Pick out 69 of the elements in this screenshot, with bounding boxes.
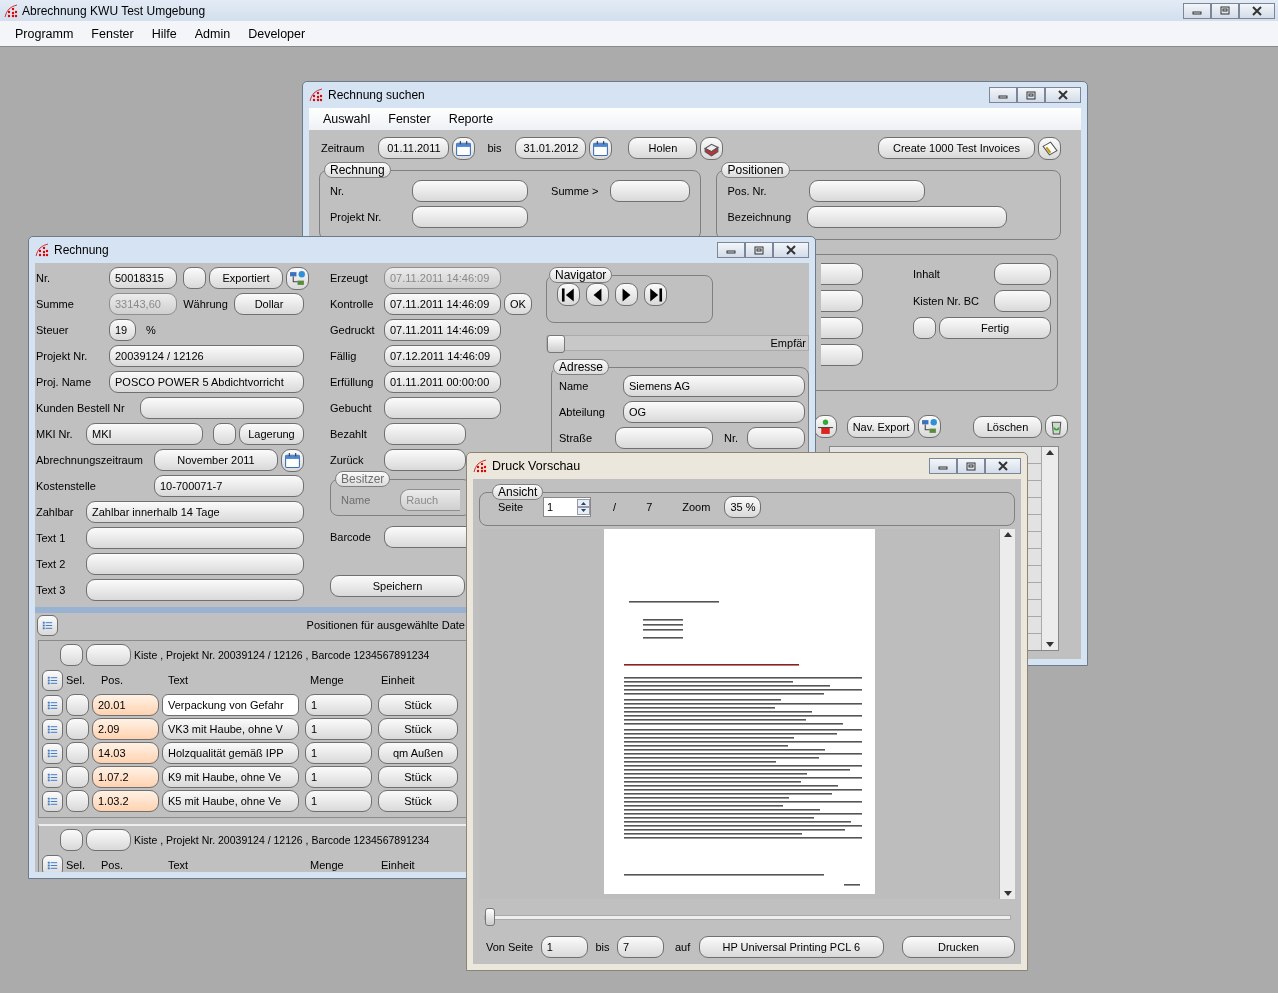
- column-header: Menge: [310, 859, 345, 871]
- field-label: 7: [646, 501, 653, 513]
- group-legend: Ansicht: [492, 484, 544, 500]
- column-header: Pos.: [101, 674, 124, 686]
- box-header: Kiste , Projekt Nr. 20039124 / 12126 , Barcode 1234567891234: [134, 649, 430, 661]
- field-label: Proj. Name: [36, 376, 93, 388]
- field-label: Projekt Nr.: [36, 350, 89, 362]
- field-label: Summe: [36, 298, 75, 310]
- field-label: Von Seite: [486, 941, 534, 953]
- box-header: Kiste , Projekt Nr. 20039124 / 12126 , Barcode 1234567891234: [134, 834, 430, 846]
- group-legend: Besitzer: [335, 471, 391, 487]
- window-title: Druck Vorschau: [492, 459, 581, 473]
- group-legend: Positionen: [721, 162, 790, 178]
- field-label: Summe >: [551, 185, 599, 197]
- window-title: Rechnung suchen: [328, 88, 425, 102]
- field-label: Text 1: [36, 532, 67, 544]
- field-label: Erfüllung: [330, 376, 375, 388]
- slider-label: Empfär: [768, 335, 809, 351]
- field-label: Seite: [498, 501, 524, 513]
- field-label: auf: [675, 941, 691, 953]
- column-header: Menge: [310, 674, 345, 686]
- field-label: Kunden Bestell Nr: [36, 402, 126, 414]
- window-title: Rechnung: [54, 243, 109, 257]
- field-label: Nr.: [36, 272, 52, 284]
- field-label: bis: [595, 941, 610, 953]
- column-header: Pos.: [101, 859, 124, 871]
- field-label: bis: [487, 142, 502, 154]
- field-label: Währung: [183, 298, 228, 310]
- field-label: Zahlbar: [36, 506, 75, 518]
- field-label: Kostenstelle: [36, 480, 97, 492]
- field-label: Bezeichnung: [727, 211, 792, 223]
- field-label: Name: [559, 380, 589, 392]
- column-header: Sel.: [65, 674, 86, 686]
- field-label: Pos. Nr.: [727, 185, 767, 197]
- field-label: Text 3: [36, 584, 67, 596]
- field-label: Abteilung: [559, 406, 605, 418]
- field-label: Straße: [559, 432, 592, 444]
- field-label: Steuer: [36, 324, 70, 336]
- group-legend: Navigator: [549, 267, 613, 283]
- field-label: Zurück: [330, 454, 365, 466]
- field-label: %: [146, 324, 156, 336]
- field-label: Zoom: [682, 501, 711, 513]
- section-title: Positionen für ausgewählte Date: [306, 619, 465, 631]
- field-label: Abrechnungszeitraum: [36, 454, 144, 466]
- field-label: Zeitraum: [321, 142, 365, 154]
- column-header: Einheit: [381, 859, 416, 871]
- field-label: Kisten Nr. BC: [913, 295, 980, 307]
- group-legend: Rechnung: [324, 162, 391, 178]
- field-label: Text 2: [36, 558, 67, 570]
- field-label: Gedruckt: [330, 324, 376, 336]
- field-label: Gebucht: [330, 402, 373, 414]
- column-header: Einheit: [381, 674, 416, 686]
- field-label: Inhalt: [913, 268, 940, 280]
- field-label: Kontrolle: [330, 298, 375, 310]
- field-label: Bezahlt: [330, 428, 368, 440]
- field-label: Barcode: [330, 531, 372, 543]
- column-header: Text: [168, 674, 190, 686]
- field-label: Name: [341, 494, 371, 506]
- field-label: Projekt Nr.: [330, 211, 382, 223]
- field-label: Nr.: [723, 432, 738, 444]
- field-label: Erzeugt: [330, 272, 369, 284]
- field-label: /: [613, 501, 617, 513]
- window-title: Abrechnung KWU Test Umgebung: [22, 3, 206, 18]
- column-header: Sel.: [65, 859, 86, 871]
- field-label: Fällig: [330, 350, 358, 362]
- column-header: Text: [168, 859, 190, 871]
- field-label: MKI Nr.: [36, 428, 74, 440]
- group-legend: Adresse: [553, 359, 610, 375]
- field-label: Nr.: [330, 185, 345, 197]
